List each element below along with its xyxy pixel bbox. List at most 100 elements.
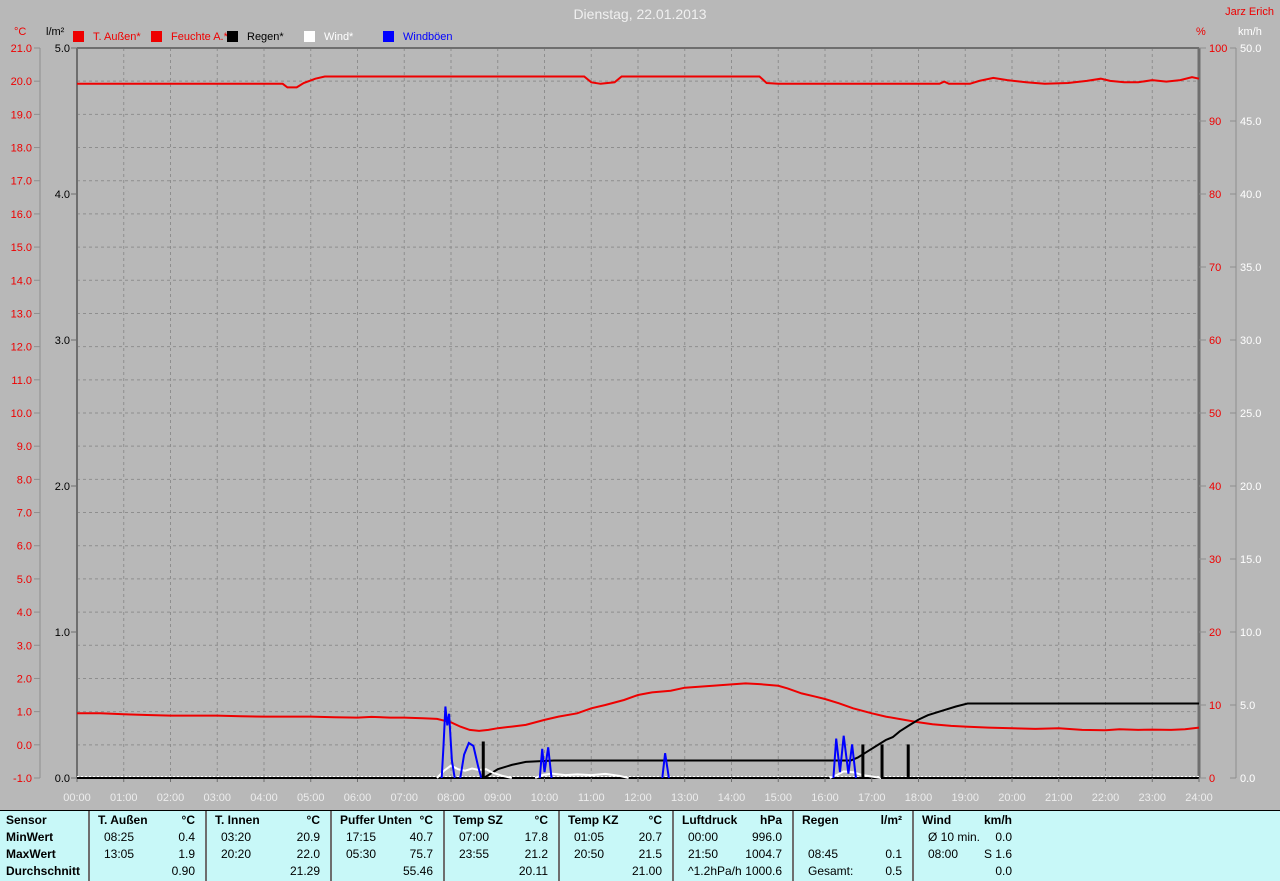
- table-row: 01:0520.7: [560, 829, 672, 846]
- stat-value: 0.0: [995, 829, 1012, 846]
- sensor-unit: °C: [535, 812, 548, 829]
- stat-value: 40.7: [410, 829, 433, 846]
- sensor-name: Puffer Unten: [340, 813, 412, 827]
- svg-text:20: 20: [1209, 627, 1221, 639]
- svg-text:0.0: 0.0: [55, 773, 70, 785]
- svg-text:3.0: 3.0: [55, 335, 70, 347]
- stats-column-puffer-unten: Puffer Unten °C 17:1540.7 05:30 75.7 55.46: [330, 811, 443, 881]
- stat-time: Gesamt:: [808, 864, 853, 878]
- svg-text:20.0: 20.0: [11, 76, 32, 88]
- svg-text:02:00: 02:00: [157, 792, 185, 804]
- stat-time: 00:00: [688, 830, 718, 844]
- stat-time: ^1.2hPa/h: [688, 864, 742, 878]
- svg-text:-1.0: -1.0: [13, 773, 32, 785]
- stats-row-label-sensor: Sensor: [0, 812, 88, 829]
- svg-text:18.0: 18.0: [11, 143, 32, 155]
- stat-value: 21.00: [632, 863, 662, 880]
- stats-row-label-minwert: MinWert: [0, 829, 88, 846]
- svg-text:0: 0: [1209, 773, 1215, 785]
- stat-value: 22.0: [297, 846, 320, 863]
- svg-text:10:00: 10:00: [531, 792, 559, 804]
- stats-column-t-innen: T. Innen°C 03:2020.9 20:2022.0 21.29: [205, 811, 330, 881]
- svg-text:6.0: 6.0: [17, 541, 32, 553]
- svg-text:00:00: 00:00: [63, 792, 91, 804]
- svg-text:07:00: 07:00: [390, 792, 418, 804]
- stat-value: 1.9: [178, 846, 195, 863]
- stat-value: 0.5: [885, 863, 902, 880]
- table-row: 03:20 20.9: [207, 829, 330, 846]
- svg-text:4.0: 4.0: [55, 189, 70, 201]
- table-row: 20:20 22.0: [207, 846, 330, 863]
- table-row: LuftdruckhPa: [674, 812, 792, 829]
- table-row: 00:00996.0: [674, 829, 792, 846]
- stat-time: 05:30: [346, 847, 376, 861]
- stat-value: 21.29: [290, 863, 320, 880]
- table-row: 07:0017.8: [445, 829, 558, 846]
- svg-text:2.0: 2.0: [17, 673, 32, 685]
- svg-text:23:00: 23:00: [1138, 792, 1166, 804]
- svg-text:06:00: 06:00: [344, 792, 372, 804]
- sensor-unit: °C: [649, 812, 662, 829]
- svg-text:0.0: 0.0: [17, 740, 32, 752]
- sensor-unit: °C: [307, 812, 320, 829]
- chart-plot-area[interactable]: 21.020.019.018.017.016.015.014.013.012.0…: [0, 0, 1280, 810]
- svg-text:20:00: 20:00: [998, 792, 1026, 804]
- stat-time: 03:20: [221, 830, 251, 844]
- stat-value: 21.5: [639, 846, 662, 863]
- stats-table: Sensor MinWert MaxWert Durchschnitt T. A…: [0, 810, 1280, 881]
- svg-text:12.0: 12.0: [11, 342, 32, 354]
- stat-time: 23:55: [459, 847, 489, 861]
- stat-value: S 1.6: [984, 846, 1012, 863]
- stat-time: 07:00: [459, 830, 489, 844]
- svg-text:5.0: 5.0: [17, 574, 32, 586]
- stat-value: 21.2: [525, 846, 548, 863]
- svg-text:16.0: 16.0: [11, 209, 32, 221]
- stat-time: 20:50: [574, 847, 604, 861]
- table-row: 17:1540.7: [332, 829, 443, 846]
- stats-column-t-aussen: T. Außen°C 08:250.4 13:051.9 0.90: [88, 811, 205, 881]
- table-row: 0.90: [90, 863, 205, 880]
- table-row: 55.46: [332, 863, 443, 880]
- stat-value: 0.0: [995, 863, 1012, 880]
- table-row: Windkm/h: [914, 812, 1022, 829]
- svg-text:5.0: 5.0: [55, 43, 70, 55]
- svg-text:40.0: 40.0: [1240, 189, 1261, 201]
- stat-time: 20:20: [221, 847, 251, 861]
- svg-text:10: 10: [1209, 700, 1221, 712]
- stat-value: 20.9: [297, 829, 320, 846]
- sensor-unit: °C: [420, 812, 433, 829]
- svg-text:14.0: 14.0: [11, 275, 32, 287]
- svg-text:13.0: 13.0: [11, 308, 32, 320]
- table-row: 21.29: [207, 863, 330, 880]
- stat-value: 75.7: [410, 846, 433, 863]
- svg-text:4.0: 4.0: [17, 607, 32, 619]
- svg-text:30: 30: [1209, 554, 1221, 566]
- table-row: 20:50 21.5: [560, 846, 672, 863]
- svg-text:19:00: 19:00: [951, 792, 979, 804]
- table-row: 08:00S 1.6: [914, 846, 1022, 863]
- svg-text:22:00: 22:00: [1092, 792, 1120, 804]
- svg-text:40: 40: [1209, 481, 1221, 493]
- svg-text:0.0: 0.0: [1240, 773, 1255, 785]
- stats-row-label-maxwert: MaxWert: [0, 846, 88, 863]
- svg-text:24:00: 24:00: [1185, 792, 1213, 804]
- sensor-unit: hPa: [760, 812, 782, 829]
- svg-text:25.0: 25.0: [1240, 408, 1261, 420]
- table-row: 21.00: [560, 863, 672, 880]
- table-row: 08:450.1: [794, 846, 912, 863]
- stat-time: 13:05: [104, 847, 134, 861]
- svg-text:100: 100: [1209, 43, 1227, 55]
- svg-text:1.0: 1.0: [17, 707, 32, 719]
- stats-column-regen: Regenl/m² 08:450.1 Gesamt:0.5: [792, 811, 912, 881]
- table-row: 05:30 75.7: [332, 846, 443, 863]
- svg-text:08:00: 08:00: [437, 792, 465, 804]
- svg-text:3.0: 3.0: [17, 640, 32, 652]
- sensor-name: Wind: [922, 813, 951, 827]
- svg-text:9.0: 9.0: [17, 441, 32, 453]
- sensor-unit: °C: [182, 812, 195, 829]
- table-row: 21:501004.7: [674, 846, 792, 863]
- svg-text:03:00: 03:00: [203, 792, 231, 804]
- stat-value: 0.4: [178, 829, 195, 846]
- stat-time: 08:25: [104, 830, 134, 844]
- table-row: Puffer Unten °C: [332, 812, 443, 829]
